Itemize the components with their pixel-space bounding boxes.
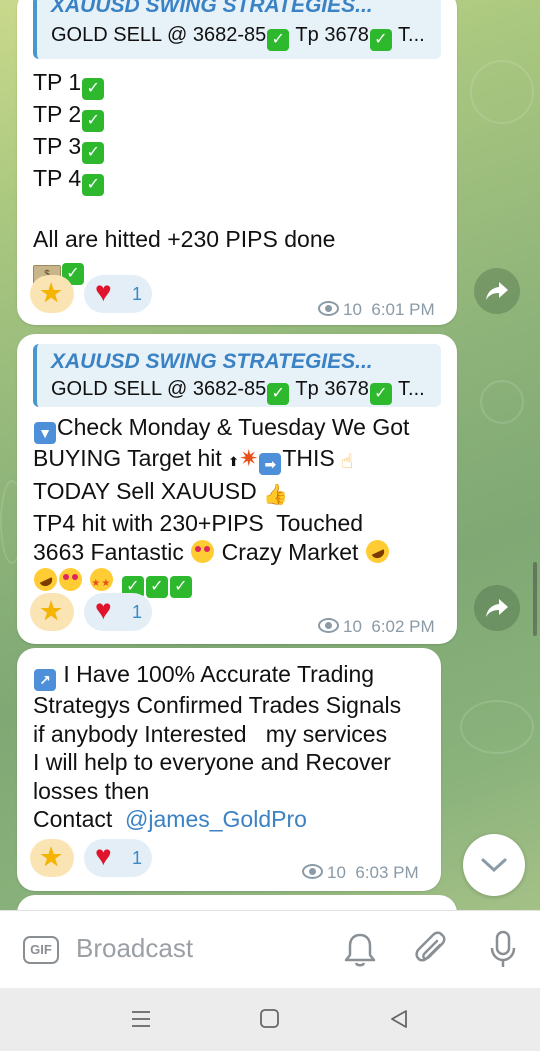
reply-text: GOLD SELL @ 3682-85 ✓ Tp 3678 ✓ T... [51,24,425,51]
reaction-count: 1 [132,284,143,304]
collision-icon: ✷ [239,445,259,471]
pointing-up-icon: ☝ [341,451,354,473]
forward-button[interactable] [474,268,520,314]
rofl-icon [30,564,61,596]
message-time: 6:01 PM [371,300,435,319]
star-icon: ★ [39,842,64,872]
message-text: ↗ I Have 100% Accurate Trading Strategys… [33,661,402,833]
scroll-down-button[interactable] [463,834,525,896]
reply-title: XAUUSD SWING STRATEGIES... [51,0,373,17]
check-icon: ✓ [82,110,105,132]
check-icon: ✓ [267,29,290,51]
bg-doodle [470,60,534,124]
bell-icon[interactable] [343,931,377,969]
message-time: 6:02 PM [371,617,435,636]
reply-preview[interactable]: XAUUSD SWING STRATEGIES... GOLD SELL @ 3… [33,0,441,59]
reply-title: XAUUSD SWING STRATEGIES... [51,350,373,373]
check-icon: ✓ [369,29,392,51]
bg-doodle [460,700,534,754]
message-meta: 10 6:02 PM [318,617,435,637]
broadcast-input[interactable]: Broadcast [76,933,193,964]
heart-eyes-icon [59,568,82,592]
reaction-heart[interactable]: ♥ 1 [84,593,152,631]
home-square-icon[interactable] [259,1008,281,1030]
top-arrow-icon: ⬆ [228,454,240,469]
eye-icon [318,301,339,316]
eye-icon [318,618,339,633]
check-icon: ✓ [82,142,105,164]
forward-button[interactable] [474,585,520,631]
reaction-heart[interactable]: ♥ 1 [84,839,152,877]
check-icon: ✓ [369,383,392,405]
check-icon: ✓ [169,576,192,599]
gif-button[interactable]: GIF [23,936,59,964]
message-bubble[interactable]: XAUUSD SWING STRATEGIES... GOLD SELL @ 3… [17,0,457,325]
mention-link[interactable]: @james_GoldPro [125,806,307,832]
star-struck-icon [90,568,114,599]
down-arrow-icon: ▼ [34,422,56,444]
message-bubble-partial [17,895,457,910]
reaction-star[interactable]: ★ [30,593,74,631]
bg-doodle [480,380,524,424]
view-count: 10 [343,617,362,636]
heart-icon: ♥ [95,840,112,871]
reply-text: GOLD SELL @ 3682-85 ✓ Tp 3678 ✓ T... [51,378,425,405]
heart-eyes-icon [191,539,215,563]
paperclip-icon[interactable] [414,931,450,969]
check-icon: ✓ [82,78,105,100]
eye-icon [302,864,323,879]
message-bubble[interactable]: ↗ I Have 100% Accurate Trading Strategys… [17,648,441,891]
message-text: TP 1 ✓ TP 2 ✓ TP 3 ✓ TP 4 ✓ All are hitted +… [33,68,445,286]
reaction-count: 1 [132,848,143,868]
check-icon: ✓ [267,383,290,405]
chat-background: XAUUSD SWING STRATEGIES... GOLD SELL @ 3… [0,0,540,910]
heart-icon: ♥ [95,276,112,307]
heart-icon: ♥ [95,594,112,625]
message-time: 6:03 PM [355,863,419,882]
broadcast-bar: GIF Broadcast [0,910,540,989]
message-text: ▼ Check Monday & Tuesday We Got BUYING Ta… [30,413,445,599]
message-meta: 10 6:01 PM [318,300,435,320]
up-right-arrow-icon: ↗ [34,669,56,691]
star-icon: ★ [39,278,64,308]
reply-preview[interactable]: XAUUSD SWING STRATEGIES... GOLD SELL @ 3… [33,344,441,407]
right-arrow-icon: ➡ [259,453,282,475]
microphone-icon[interactable] [488,929,518,971]
check-icon: ✓ [145,576,168,599]
scrollbar[interactable] [533,562,537,636]
reaction-heart[interactable]: ♥ 1 [84,275,152,313]
thumbs-up-icon: 👍 [263,483,288,506]
back-triangle-icon[interactable] [388,1008,410,1030]
rofl-icon [362,535,393,567]
share-arrow-icon [486,282,508,300]
message-meta: 10 6:03 PM [302,863,419,883]
view-count: 10 [327,863,346,882]
system-nav-bar [0,988,540,1051]
reaction-count: 1 [132,602,143,622]
check-icon: ✓ [82,174,105,196]
share-arrow-icon [486,599,508,617]
message-bubble[interactable]: XAUUSD SWING STRATEGIES... GOLD SELL @ 3… [17,334,457,644]
chevron-down-icon [481,858,507,873]
view-count: 10 [343,300,362,319]
reaction-star[interactable]: ★ [30,275,74,313]
reaction-star[interactable]: ★ [30,839,74,877]
star-icon: ★ [39,596,64,626]
menu-icon[interactable] [130,1009,152,1029]
